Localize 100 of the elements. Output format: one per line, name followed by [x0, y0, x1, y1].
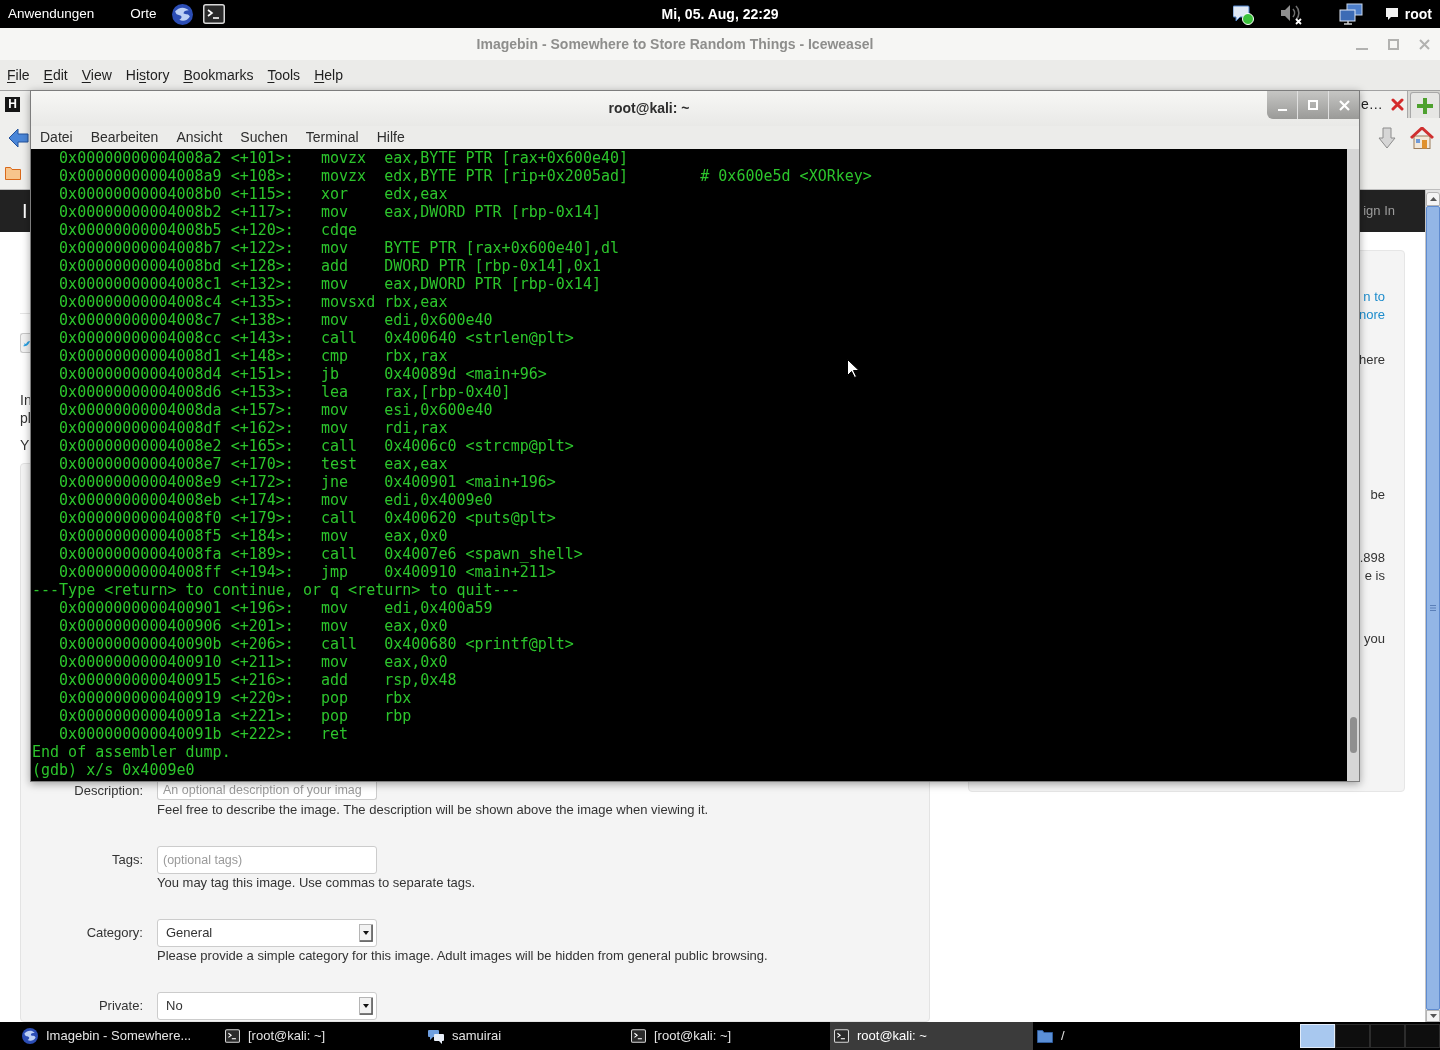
terminal-line: 0x00000000004008b7 <+122>: mov BYTE PTR [rax+0x600e40],dl [58, 239, 619, 257]
scroll-down-button[interactable] [1426, 1010, 1440, 1022]
taskbar-item[interactable]: samuirai [424, 1022, 627, 1050]
taskbar-item[interactable]: / [1033, 1022, 1236, 1050]
menu-item[interactable]: Ansicht [176, 127, 223, 148]
caret-up-icon [1429, 197, 1437, 201]
terminal-line: 0x00000000004008b5 <+120>: cdqe [58, 221, 358, 239]
folder-icon [1037, 1029, 1053, 1043]
menu-item[interactable]: Edit [43, 64, 68, 86]
chat-status-icon[interactable] [1232, 3, 1254, 25]
dropdown[interactable]: No [157, 991, 377, 1020]
body-text: you [1364, 630, 1385, 648]
grip-icon [1430, 605, 1436, 611]
form-label: Tags: [110, 850, 143, 869]
scrollbar-thumb[interactable] [1426, 206, 1440, 1010]
terminal-icon[interactable] [202, 4, 225, 24]
help-text: You may tag this image. Use commas to separate tags. [157, 873, 476, 892]
taskbar-item[interactable]: [root@kali: ~] [221, 1022, 424, 1050]
minimize-button[interactable] [1267, 91, 1298, 119]
browser-tab[interactable]: e… [1360, 91, 1408, 118]
menu-item[interactable]: Bearbeiten [90, 127, 159, 148]
menu-item[interactable]: Hilfe [376, 127, 405, 148]
close-icon[interactable] [1390, 98, 1404, 111]
chat-icon [428, 1028, 444, 1044]
menu-item[interactable]: Bookmarks [183, 64, 254, 86]
taskbar-item[interactable]: Imagebin - Somewhere... [18, 1022, 221, 1050]
close-icon[interactable] [1419, 39, 1430, 50]
home-icon[interactable] [1410, 127, 1434, 149]
terminal-line: 0x000000000040091a <+221>: pop rbp [58, 707, 412, 725]
terminal-icon [631, 1029, 646, 1043]
scrollbar-thumb[interactable] [1349, 717, 1357, 753]
window-title: Imagebin - Somewhere to Store Random Things - Iceweasel [475, 34, 875, 54]
terminal-line: 0x0000000000400901 <+196>: mov edi,0x400a59 [58, 599, 493, 617]
network-icon[interactable] [1338, 3, 1363, 25]
close-icon [1338, 99, 1350, 111]
paragraph-text: Y [20, 436, 30, 454]
menu-item[interactable]: File [7, 64, 30, 86]
speaker-muted-icon[interactable] [1278, 3, 1303, 25]
menu-item[interactable]: Help [314, 64, 343, 86]
maximize-button[interactable] [1298, 91, 1329, 119]
menu-item[interactable]: Tools [267, 64, 301, 86]
terminal-line: 0x0000000000400906 <+201>: mov eax,0x0 [58, 617, 448, 635]
terminal-line: (gdb) x/s 0x4009e0 [32, 761, 195, 779]
close-button[interactable] [1329, 91, 1359, 119]
terminal-line: 0x00000000004008da <+157>: mov esi,0x600e40 [58, 401, 493, 419]
link[interactable]: n to nore [1358, 288, 1385, 324]
text-input[interactable]: (optional tags) [157, 845, 377, 874]
terminal-line: 0x00000000004008f0 <+179>: call 0x400620 <puts@plt> [58, 509, 556, 527]
terminal-line: 0x00000000004008ff <+194>: jmp 0x400910 <main+211> [58, 563, 556, 581]
help-text: Please provide a simple category for this image. Adult images will be hidden from general public browsing. [157, 946, 768, 965]
site-logo: H [5, 97, 20, 112]
terminal-line: End of assembler dump. [32, 743, 231, 761]
mouse-pointer-icon [847, 359, 859, 378]
user-menu[interactable]: root [1384, 3, 1432, 25]
menu-item[interactable]: View [81, 64, 112, 86]
taskbar-item[interactable]: root@kali: ~ [830, 1022, 1033, 1050]
terminal-line: 0x00000000004008df <+162>: mov rdi,rax [58, 419, 448, 437]
scroll-up-button[interactable] [1426, 192, 1440, 206]
terminal-line: ---Type <return> to continue, or q <return> to quit--- [32, 581, 520, 599]
form-label: Description: [73, 782, 143, 800]
help-text: Feel free to describe the image. The description will be shown above the image when viewing it. [157, 800, 709, 819]
back-arrow-icon[interactable] [8, 128, 29, 148]
site-title[interactable]: I [22, 196, 28, 226]
menu-item[interactable]: History [125, 64, 170, 86]
maximize-icon[interactable] [1388, 39, 1399, 50]
panel-menu[interactable]: Orte [130, 3, 157, 25]
window-title: root@kali: ~ [607, 99, 691, 118]
taskbar-item[interactable]: [root@kali: ~] [627, 1022, 830, 1050]
panel-menu[interactable]: Anwendungen [8, 3, 95, 25]
folder-icon[interactable] [5, 167, 21, 180]
terminal-line: 0x00000000004008cc <+143>: call 0x400640 <strlen@plt> [58, 329, 574, 347]
form-label: Category: [85, 923, 143, 942]
form-label: Private: [97, 996, 143, 1015]
maximize-icon [1308, 100, 1318, 110]
menu-item[interactable]: Suchen [240, 127, 288, 148]
terminal-line: 0x00000000004008e2 <+165>: call 0x4006c0 <strcmp@plt> [58, 437, 574, 455]
terminal-line: 0x00000000004008fa <+189>: call 0x4007e6 <spawn_shell> [58, 545, 583, 563]
menu-item[interactable]: Datei [40, 127, 73, 148]
sign-in-link[interactable]: ign In [1363, 201, 1395, 221]
dropdown-arrow-icon [359, 923, 373, 942]
terminal-line: 0x00000000004008a9 <+108>: movzx edx,BYTE PTR [rip+0x2005ad] # 0x600e5d <XORkey> [58, 167, 872, 185]
terminal-line: 0x00000000004008d6 <+153>: lea rax,[rbp-0x40] [58, 383, 511, 401]
terminal-line: 0x000000000040091b <+222>: ret [58, 725, 349, 743]
clock[interactable]: Mi, 05. Aug, 22:29 [661, 3, 779, 25]
terminal-line: 0x00000000004008d4 <+151>: jb 0x40089d <main+96> [58, 365, 547, 383]
new-tab-button[interactable] [1410, 92, 1440, 118]
bird-icon [23, 339, 30, 347]
workspace-button[interactable] [1370, 1024, 1405, 1048]
globe-icon[interactable] [171, 3, 193, 25]
terminal-line: 0x00000000004008d1 <+148>: cmp rbx,rax [58, 347, 448, 365]
terminal-line: 0x0000000000400910 <+211>: mov eax,0x0 [58, 653, 448, 671]
workspace-button[interactable] [1335, 1024, 1370, 1048]
dropdown[interactable]: General [157, 918, 377, 947]
body-text: be [1370, 486, 1385, 504]
body-text: here [1358, 351, 1385, 369]
menu-item[interactable]: Terminal [305, 127, 359, 148]
speech-bubble-icon [1384, 7, 1399, 21]
download-arrow-icon[interactable] [1378, 127, 1396, 149]
terminal-line: 0x00000000004008f5 <+184>: mov eax,0x0 [58, 527, 448, 545]
terminal-icon [834, 1029, 849, 1043]
